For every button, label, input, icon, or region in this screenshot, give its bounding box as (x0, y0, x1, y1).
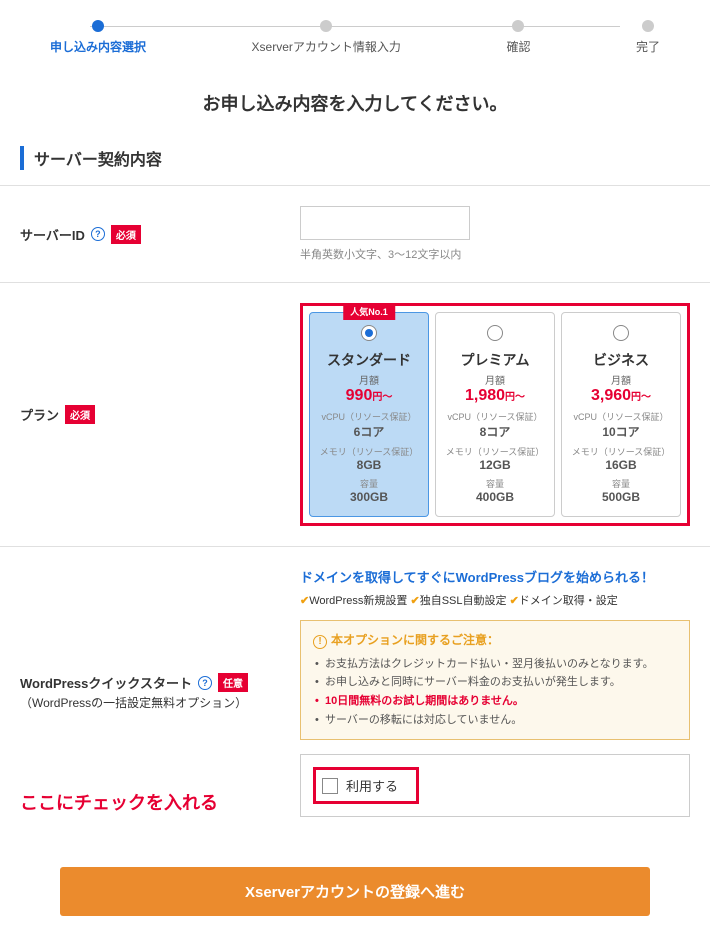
spec-vcpu-val: 10コア (568, 423, 674, 440)
spec-mem-val: 16GB (568, 458, 674, 472)
checkbox-highlight: 利用する (313, 767, 419, 804)
required-badge: 必須 (65, 405, 95, 424)
warning-icon: ! (313, 635, 327, 649)
help-icon[interactable]: ? (198, 676, 212, 690)
check-icon: ✔ (410, 595, 419, 607)
spec-mem-label: メモリ（リソース保証） (316, 445, 422, 458)
plan-monthly-label: 月額 (442, 372, 548, 387)
step-label: 完了 (636, 38, 660, 55)
plan-cards-highlight: 人気No.1 スタンダード 月額 990円～ vCPU（リソース保証） 6コア … (300, 303, 690, 526)
quickstart-features: ✔WordPress新規設置 ✔独自SSL自動設定 ✔ドメイン取得・設定 (300, 592, 690, 608)
server-id-note: 半角英数小文字、3～12文字以内 (300, 246, 690, 262)
plan-price: 1,980円～ (442, 387, 548, 405)
step-2: Xserverアカウント情報入力 (252, 20, 401, 55)
spec-vcpu-label: vCPU（リソース保証） (568, 410, 674, 423)
caution-item: サーバーの移転には対応していません。 (313, 711, 677, 730)
plan-card-business[interactable]: ビジネス 月額 3,960円～ vCPU（リソース保証） 10コア メモリ（リソ… (561, 312, 681, 517)
radio-icon (487, 325, 503, 341)
plan-name: スタンダード (316, 350, 422, 370)
plan-value: 人気No.1 スタンダード 月額 990円～ vCPU（リソース保証） 6コア … (300, 303, 690, 526)
caution-box: !本オプションに関するご注意： お支払方法はクレジットカード払い・翌月後払いのみ… (300, 620, 690, 740)
server-id-row: サーバーID ? 必須 半角英数小文字、3～12文字以内 (0, 185, 710, 282)
plan-monthly-label: 月額 (568, 372, 674, 387)
section-title: サーバー契約内容 (20, 146, 690, 170)
spec-cap-label: 容量 (316, 477, 422, 490)
spec-vcpu-val: 8コア (442, 423, 548, 440)
radio-icon (613, 325, 629, 341)
radio-icon (361, 325, 377, 341)
plan-monthly-label: 月額 (316, 372, 422, 387)
submit-area: Xserverアカウントの登録へ進む (0, 837, 710, 946)
step-4: 完了 (636, 20, 660, 55)
spec-mem-val: 8GB (316, 458, 422, 472)
check-icon: ✔ (300, 595, 309, 607)
quickstart-value: ドメインを取得してすぐにWordPressブログを始められる！ ✔WordPre… (300, 567, 690, 817)
step-1: 申し込み内容選択 (50, 20, 146, 55)
quickstart-sublabel: （WordPressの一括設定無料オプション） (20, 694, 300, 711)
plan-price: 990円～ (316, 387, 422, 405)
step-dot-icon (320, 20, 332, 32)
caution-item: お申し込みと同時にサーバー料金のお支払いが発生します。 (313, 673, 677, 692)
server-id-label: サーバーID (20, 225, 85, 244)
step-3: 確認 (506, 20, 530, 55)
step-dot-icon (512, 20, 524, 32)
step-dot-icon (92, 20, 104, 32)
plan-card-premium[interactable]: プレミアム 月額 1,980円～ vCPU（リソース保証） 8コア メモリ（リソ… (435, 312, 555, 517)
quickstart-checkbox-wrap[interactable]: 利用する (300, 754, 690, 817)
plan-row: プラン 必須 人気No.1 スタンダード 月額 990円～ vCPU（リソース保… (0, 282, 710, 546)
plan-name: ビジネス (568, 350, 674, 370)
submit-button[interactable]: Xserverアカウントの登録へ進む (60, 867, 650, 916)
optional-badge: 任意 (218, 673, 248, 692)
spec-mem-label: メモリ（リソース保証） (568, 445, 674, 458)
step-label: Xserverアカウント情報入力 (252, 38, 401, 55)
popular-badge: 人気No.1 (343, 303, 395, 320)
spec-mem-val: 12GB (442, 458, 548, 472)
checkbox-icon[interactable] (322, 778, 338, 794)
caution-list: お支払方法はクレジットカード払い・翌月後払いのみとなります。 お申し込みと同時に… (313, 655, 677, 730)
caution-item: 10日間無料のお試し期間はありません。 (313, 692, 677, 711)
spec-cap-val: 300GB (316, 490, 422, 504)
quickstart-label-area: WordPressクイックスタート ? 任意 （WordPressの一括設定無料… (20, 567, 300, 817)
server-id-label-area: サーバーID ? 必須 (20, 206, 300, 262)
plan-label: プラン (20, 405, 59, 424)
step-dot-icon (642, 20, 654, 32)
server-id-value: 半角英数小文字、3～12文字以内 (300, 206, 690, 262)
plan-label-area: プラン 必須 (20, 303, 300, 526)
page-title: お申し込み内容を入力してください。 (0, 65, 710, 146)
plan-card-standard[interactable]: 人気No.1 スタンダード 月額 990円～ vCPU（リソース保証） 6コア … (309, 312, 429, 517)
step-label: 申し込み内容選択 (50, 38, 146, 55)
spec-vcpu-label: vCPU（リソース保証） (316, 410, 422, 423)
quickstart-row: WordPressクイックスタート ? 任意 （WordPressの一括設定無料… (0, 546, 710, 837)
quickstart-label: WordPressクイックスタート (20, 673, 192, 692)
quickstart-title: ドメインを取得してすぐにWordPressブログを始められる！ (300, 567, 690, 586)
spec-mem-label: メモリ（リソース保証） (442, 445, 548, 458)
spec-cap-val: 500GB (568, 490, 674, 504)
plan-name: プレミアム (442, 350, 548, 370)
spec-vcpu-label: vCPU（リソース保証） (442, 410, 548, 423)
caution-item: お支払方法はクレジットカード払い・翌月後払いのみとなります。 (313, 655, 677, 674)
caution-title: !本オプションに関するご注意： (313, 631, 677, 649)
progress-stepper: 申し込み内容選択 Xserverアカウント情報入力 確認 完了 (0, 0, 710, 65)
server-id-input[interactable] (300, 206, 470, 240)
checkbox-label: 利用する (346, 776, 398, 795)
plan-price: 3,960円～ (568, 387, 674, 405)
check-icon: ✔ (510, 595, 519, 607)
spec-cap-label: 容量 (442, 477, 548, 490)
spec-vcpu-val: 6コア (316, 423, 422, 440)
step-label: 確認 (506, 38, 530, 55)
help-icon[interactable]: ? (91, 227, 105, 241)
required-badge: 必須 (111, 225, 141, 244)
spec-cap-label: 容量 (568, 477, 674, 490)
spec-cap-val: 400GB (442, 490, 548, 504)
annotation-text: ここにチェックを入れる (20, 789, 218, 815)
